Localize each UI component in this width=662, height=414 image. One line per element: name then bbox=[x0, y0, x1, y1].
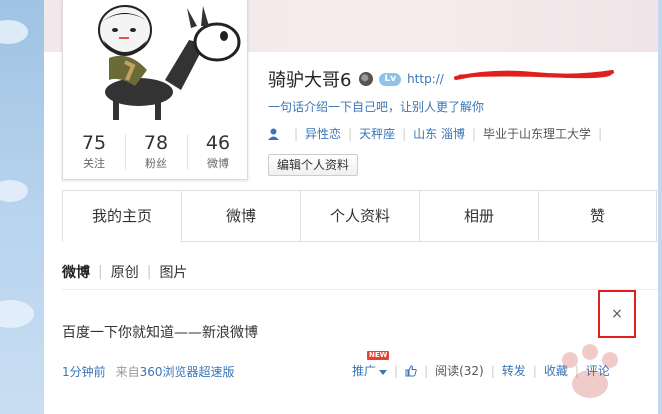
stat-label: 关注 bbox=[83, 157, 105, 170]
promote-button[interactable]: 推广 bbox=[352, 362, 388, 379]
profile-tags: | 异性恋 | 天秤座 | 山东 淄博 | 毕业于山东理工大学 | bbox=[268, 125, 609, 142]
promote-label: 推广 bbox=[352, 364, 377, 378]
close-icon: × bbox=[611, 306, 623, 322]
filter-separator: | bbox=[146, 264, 152, 280]
forward-button[interactable]: 转发 bbox=[502, 362, 526, 379]
filter-weibo[interactable]: 微博 bbox=[62, 262, 90, 282]
stat-value: 78 bbox=[143, 132, 169, 154]
tag-separator: | bbox=[348, 126, 353, 141]
level-badge[interactable]: Lv bbox=[379, 72, 402, 86]
stat-label: 粉丝 bbox=[145, 157, 167, 170]
name-row: 骑驴大哥6 Lv http:// bbox=[268, 66, 444, 92]
stat-posts[interactable]: 46 微博 bbox=[187, 128, 249, 176]
tag-location[interactable]: 山东 淄博 bbox=[413, 125, 465, 142]
cloud-decoration bbox=[0, 300, 34, 328]
tag-separator: | bbox=[472, 126, 477, 141]
action-separator: | bbox=[424, 363, 429, 378]
post-time[interactable]: 1分钟前 bbox=[62, 363, 106, 380]
stat-following[interactable]: 75 关注 bbox=[63, 128, 125, 176]
tab-album[interactable]: 相册 bbox=[419, 191, 538, 241]
member-badge-icon[interactable] bbox=[359, 72, 374, 86]
new-badge: NEW bbox=[367, 351, 390, 360]
avatar-card: 75 关注 78 粉丝 46 微博 bbox=[62, 0, 248, 180]
stat-value: 75 bbox=[81, 132, 107, 154]
background-left bbox=[0, 0, 44, 414]
cloud-decoration bbox=[0, 180, 28, 202]
tag-separator: | bbox=[402, 126, 407, 141]
watermark-logo-icon bbox=[562, 344, 618, 398]
tag-education[interactable]: 毕业于山东理工大学 bbox=[483, 125, 591, 142]
post-meta: 1分钟前 来自 360浏览器超速版 bbox=[62, 363, 235, 380]
stats-bar: 75 关注 78 粉丝 46 微博 bbox=[63, 128, 249, 176]
filter-pictures[interactable]: 图片 bbox=[159, 262, 187, 282]
chevron-down-icon bbox=[379, 370, 388, 375]
action-separator: | bbox=[394, 363, 399, 378]
post-content: 百度一下你就知道——新浪微博 bbox=[62, 325, 258, 341]
feed-filter: 微博 | 原创 | 图片 bbox=[62, 262, 187, 282]
profile-page: 75 关注 78 粉丝 46 微博 骑驴大哥6 Lv http:// 一句话介绍… bbox=[44, 0, 658, 414]
user-icon bbox=[268, 128, 279, 140]
profile-url[interactable]: http:// bbox=[407, 72, 444, 86]
nickname: 骑驴大哥6 bbox=[268, 70, 352, 91]
cloud-decoration bbox=[0, 20, 28, 44]
source-prefix: 来自 bbox=[115, 365, 140, 379]
feed-divider bbox=[62, 289, 658, 290]
tab-home[interactable]: 我的主页 bbox=[62, 191, 181, 243]
filter-separator: | bbox=[98, 264, 103, 280]
stat-label: 微博 bbox=[207, 157, 229, 170]
profile-tabs: 我的主页 微博 个人资料 相册 赞 bbox=[62, 190, 658, 243]
redaction-scribble-icon bbox=[454, 70, 614, 80]
tag-orientation[interactable]: 异性恋 bbox=[305, 125, 341, 142]
tag-separator: | bbox=[294, 126, 299, 141]
action-separator: | bbox=[490, 363, 495, 378]
thumbs-up-icon[interactable] bbox=[405, 364, 417, 377]
tab-likes[interactable]: 赞 bbox=[538, 191, 657, 241]
avatar[interactable] bbox=[69, 0, 241, 124]
action-separator: | bbox=[532, 363, 537, 378]
read-count: 阅读(32) bbox=[435, 364, 484, 378]
filter-original[interactable]: 原创 bbox=[111, 262, 139, 282]
tag-zodiac[interactable]: 天秤座 bbox=[359, 125, 395, 142]
stat-value: 46 bbox=[205, 132, 231, 154]
stat-followers[interactable]: 78 粉丝 bbox=[125, 128, 187, 176]
donkey-rider-avatar-icon bbox=[69, 0, 241, 124]
background-right bbox=[658, 0, 662, 414]
profile-intro[interactable]: 一句话介绍一下自己吧，让别人更了解你 bbox=[268, 98, 484, 115]
post-source[interactable]: 360浏览器超速版 bbox=[140, 363, 235, 380]
tag-separator: | bbox=[598, 126, 603, 141]
post-close-button[interactable]: × bbox=[598, 290, 636, 338]
tab-profile[interactable]: 个人资料 bbox=[300, 191, 419, 241]
tab-weibo[interactable]: 微博 bbox=[181, 191, 300, 241]
edit-profile-button[interactable]: 编辑个人资料 bbox=[268, 154, 359, 176]
